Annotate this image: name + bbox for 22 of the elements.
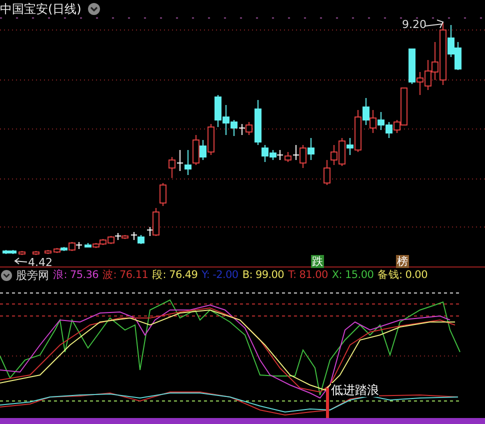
chevron-icon[interactable] <box>1 270 12 280</box>
candlestick <box>32 250 40 256</box>
indicator-value: T: 81.00 <box>288 269 328 281</box>
candlestick <box>18 250 26 256</box>
chevron-icon[interactable] <box>88 3 100 15</box>
price-label: 4.42 <box>28 257 52 268</box>
signal-tag: 跌 <box>311 255 324 268</box>
chart-title: 中国宝安(日线) <box>0 2 82 16</box>
annotation-label: 低进踏浪 <box>331 383 379 397</box>
indicator-name: 股旁网 <box>16 268 49 282</box>
candlestick <box>44 250 52 254</box>
indicator-value: 备钱: 0.00 <box>378 268 428 282</box>
price-label: 9.20 <box>402 18 426 31</box>
signal-tag: 榜 <box>396 255 409 268</box>
arrow-icon <box>424 20 444 28</box>
indicator-value: X: 15.00 <box>332 269 374 281</box>
indicator-value: 波: 76.11 <box>102 268 148 282</box>
indicator-value: 段: 76.49 <box>152 268 198 282</box>
indicator-value: Y: -2.00 <box>202 269 238 281</box>
indicator-value: B: 99.00 <box>242 269 284 281</box>
arrow-icon <box>14 258 28 264</box>
indicator-value: 浪: 75.36 <box>53 268 99 282</box>
